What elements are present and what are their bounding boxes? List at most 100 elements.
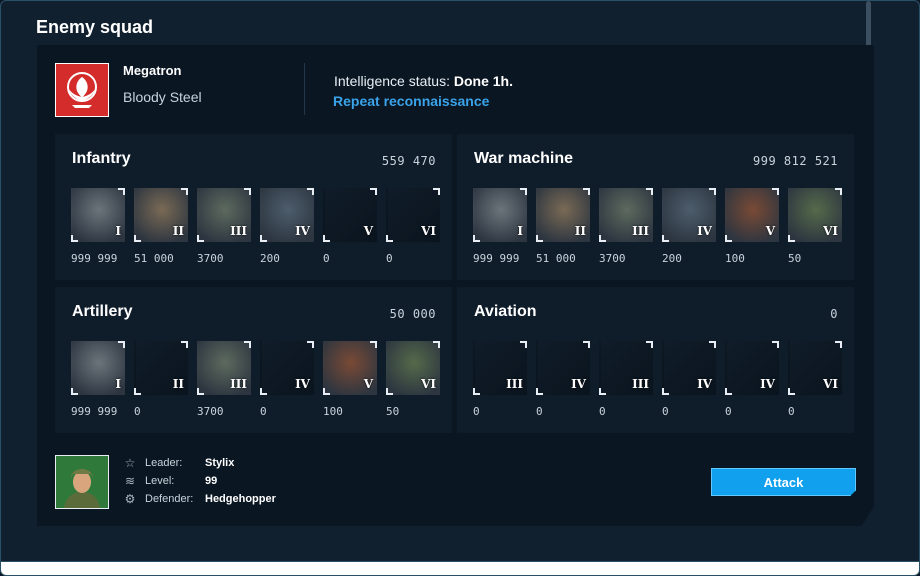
unit-card[interactable]: III 3700 — [197, 188, 251, 278]
unit-count: 0 — [260, 405, 267, 418]
unit-count: 0 — [725, 405, 732, 418]
leader-avatar — [55, 455, 109, 509]
star-icon: ☆ — [124, 456, 136, 470]
category-name: Aviation — [474, 303, 537, 320]
unit-card[interactable]: III 3700 — [599, 188, 653, 278]
unit-portrait: VI — [788, 188, 842, 242]
unit-tier: II — [172, 224, 184, 238]
unit-portrait: I — [71, 341, 125, 395]
unit-card[interactable]: II 51 000 — [536, 188, 590, 278]
unit-count: 200 — [260, 252, 280, 265]
divider — [304, 63, 305, 115]
window-title: Enemy squad — [36, 17, 154, 37]
unit-portrait: III — [197, 188, 251, 242]
unit-portrait: VI — [386, 341, 440, 395]
defender-row: ⚙ Defender: Hedgehopper — [124, 492, 276, 506]
bottom-bar — [1, 561, 919, 575]
unit-tier: IV — [571, 377, 586, 391]
unit-card[interactable]: I 999 999 — [71, 341, 125, 431]
player-clan: Bloody Steel — [123, 89, 202, 105]
unit-tier: IV — [295, 377, 310, 391]
defender-value: Hedgehopper — [205, 493, 276, 505]
unit-portrait: II — [134, 188, 188, 242]
unit-card[interactable]: III 0 — [473, 341, 527, 431]
unit-tier: II — [574, 224, 586, 238]
unit-card[interactable]: VI 50 — [386, 341, 440, 431]
unit-tier: I — [517, 224, 523, 238]
unit-card[interactable]: IV 0 — [536, 341, 590, 431]
category-war-machine: War machine 999 812 521 I 999 999 II 51 000 II… — [457, 134, 854, 280]
empty-unit-slot: IV — [725, 341, 779, 395]
unit-card[interactable]: V 100 — [323, 341, 377, 431]
unit-count: 51 000 — [134, 252, 174, 265]
unit-card[interactable]: II 0 — [134, 341, 188, 431]
unit-portrait: V — [323, 341, 377, 395]
phoenix-emblem-icon — [55, 63, 109, 117]
category-total: 0 — [830, 307, 838, 321]
player-name: Megatron — [123, 63, 182, 78]
unit-count: 3700 — [197, 252, 224, 265]
repeat-reconnaissance-link[interactable]: Repeat reconnaissance — [333, 93, 489, 109]
unit-card[interactable]: VI 50 — [788, 188, 842, 278]
unit-card[interactable]: IV 200 — [662, 188, 716, 278]
category-total: 559 470 — [381, 154, 436, 168]
unit-card[interactable]: IV 0 — [260, 341, 314, 431]
unit-count: 100 — [323, 405, 343, 418]
unit-count: 0 — [599, 405, 606, 418]
empty-unit-slot: IV — [260, 341, 314, 395]
intelligence-value: Done 1h. — [453, 73, 513, 89]
unit-card[interactable]: I 999 999 — [473, 188, 527, 278]
unit-card[interactable]: II 51 000 — [134, 188, 188, 278]
unit-list: I 999 999 II 51 000 III 3700 IV 200 V 0 VI 0 — [71, 188, 441, 278]
intelligence-status: Intelligence status: Done 1h. — [334, 73, 513, 89]
unit-tier: II — [172, 377, 184, 391]
level-row: ≋ Level: 99 — [124, 474, 218, 488]
unit-count: 3700 — [599, 252, 626, 265]
unit-tier: V — [363, 224, 373, 238]
squad-panel: Megatron Bloody Steel Intelligence statu… — [37, 45, 874, 526]
layers-icon: ≋ — [124, 474, 136, 488]
unit-count: 50 — [788, 252, 802, 265]
unit-count: 999 999 — [473, 252, 520, 265]
attack-button[interactable]: Attack — [711, 468, 856, 496]
unit-card[interactable]: VI 0 — [386, 188, 440, 278]
unit-count: 0 — [386, 252, 393, 265]
unit-count: 200 — [662, 252, 682, 265]
unit-tier: III — [632, 224, 649, 238]
unit-count: 100 — [725, 252, 745, 265]
unit-card[interactable]: I 999 999 — [71, 188, 125, 278]
unit-tier: V — [765, 224, 775, 238]
empty-unit-slot: II — [134, 341, 188, 395]
unit-portrait: II — [536, 188, 590, 242]
empty-unit-slot: III — [599, 341, 653, 395]
category-name: Artillery — [72, 303, 133, 320]
unit-count: 51 000 — [536, 252, 576, 265]
unit-card[interactable]: III 0 — [599, 341, 653, 431]
robot-icon: ⚙ — [124, 492, 136, 506]
unit-card[interactable]: IV 200 — [260, 188, 314, 278]
category-name: War machine — [474, 150, 573, 167]
unit-card[interactable]: IV 0 — [662, 341, 716, 431]
empty-unit-slot: VI — [788, 341, 842, 395]
unit-card[interactable]: IV 0 — [725, 341, 779, 431]
unit-tier: VI — [421, 377, 436, 391]
unit-tier: IV — [295, 224, 310, 238]
unit-count: 50 — [386, 405, 400, 418]
unit-portrait: I — [473, 188, 527, 242]
unit-list: III 0 IV 0 III 0 IV 0 IV 0 VI 0 — [473, 341, 843, 431]
empty-unit-slot: IV — [536, 341, 590, 395]
category-name: Infantry — [72, 150, 131, 167]
leader-value: Stylix — [205, 457, 235, 469]
unit-tier: IV — [760, 377, 775, 391]
unit-tier: V — [363, 377, 373, 391]
unit-tier: VI — [823, 224, 838, 238]
category-artillery: Artillery 50 000 I 999 999 II 0 III 3700 IV 0 V 100… — [55, 287, 452, 433]
unit-count: 0 — [536, 405, 543, 418]
unit-card[interactable]: VI 0 — [788, 341, 842, 431]
unit-list: I 999 999 II 51 000 III 3700 IV 200 V 100 VI 50 — [473, 188, 843, 278]
unit-tier: IV — [697, 224, 712, 238]
leader-row: ☆ Leader: Stylix — [124, 456, 235, 470]
unit-card[interactable]: III 3700 — [197, 341, 251, 431]
unit-card[interactable]: V 100 — [725, 188, 779, 278]
unit-card[interactable]: V0 — [323, 188, 377, 278]
